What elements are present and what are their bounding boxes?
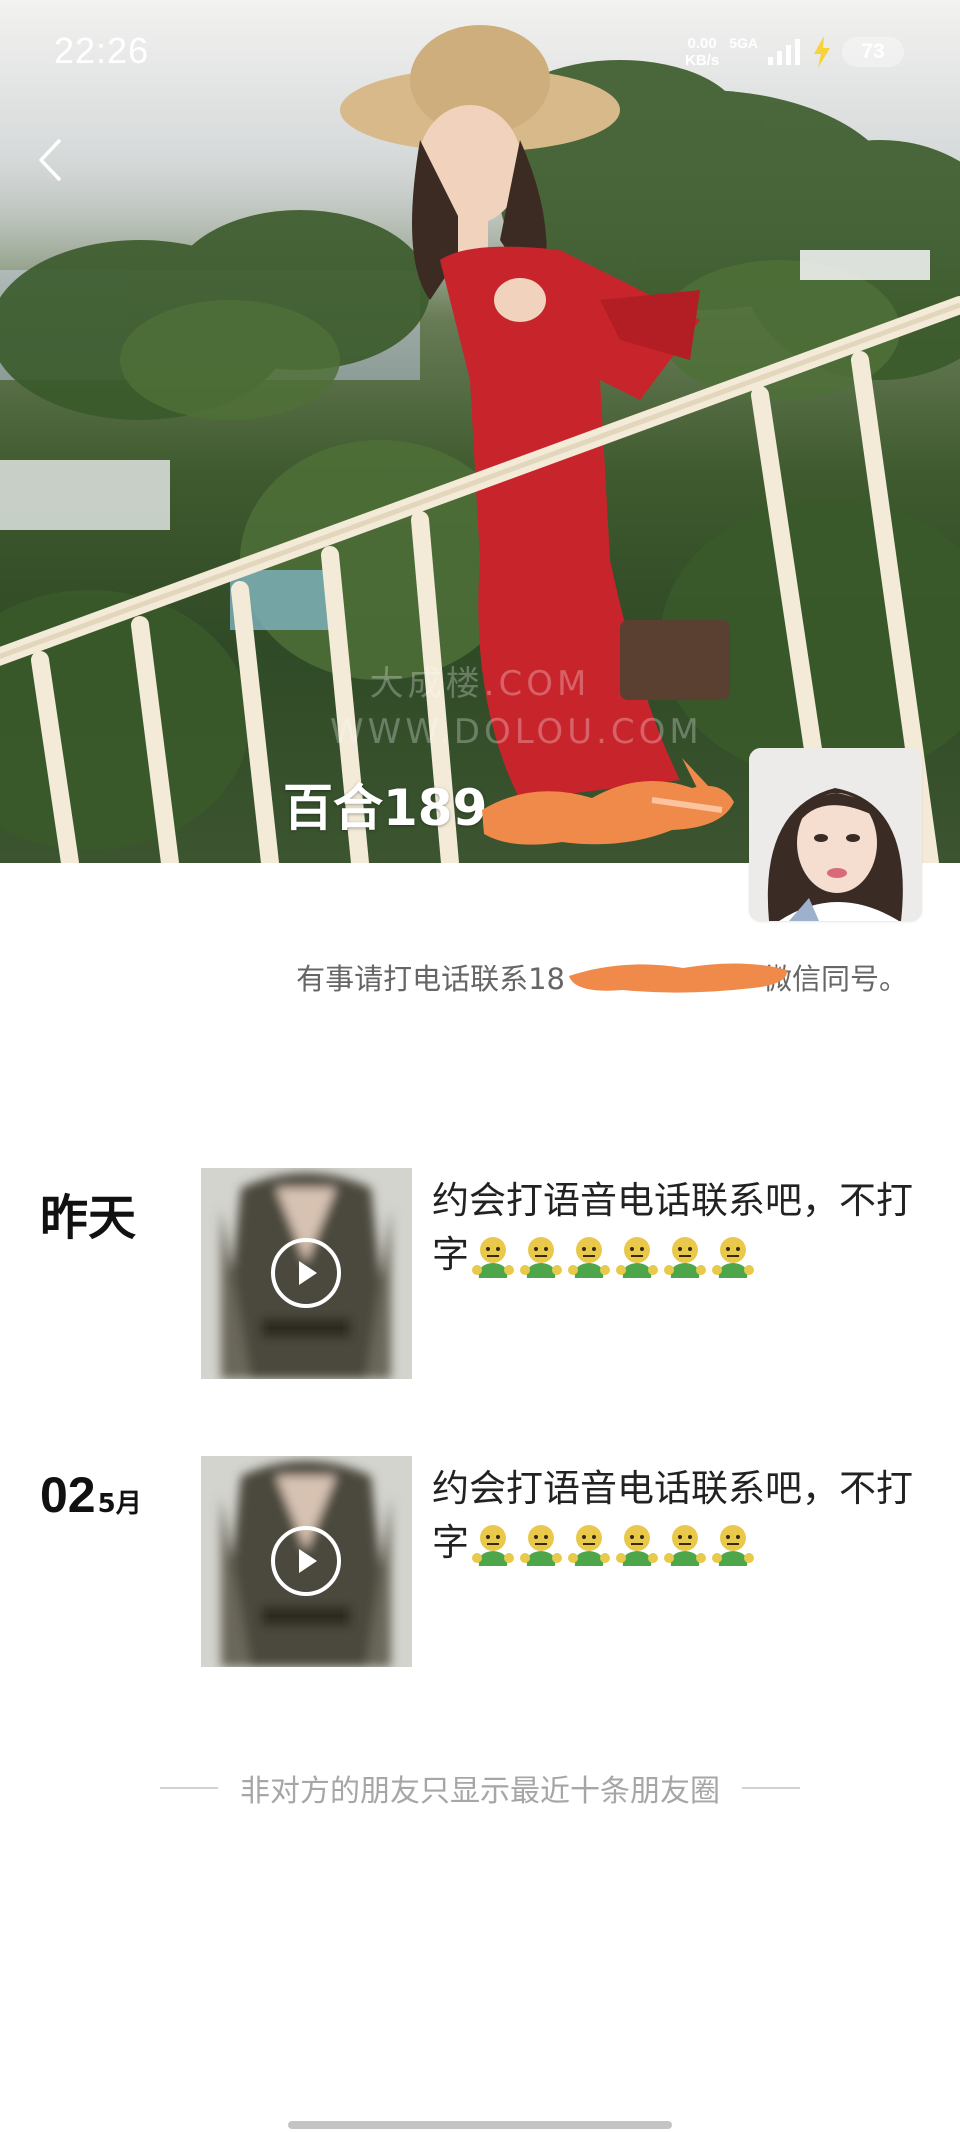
moment-month: 5月 (97, 1489, 142, 1519)
status-time: 22:26 (54, 30, 150, 71)
name-redaction (482, 758, 734, 845)
battery-level: 73 (842, 37, 904, 67)
profile-name: 百合189 (283, 779, 488, 837)
emoji-icon (616, 1524, 658, 1566)
status-icons: 0.00 KB/s 5GA 73 (685, 30, 904, 74)
video-thumbnail[interactable] (201, 1168, 412, 1379)
moment-date: 昨天 (40, 1190, 137, 1246)
moments-limit-text: 非对方的朋友只显示最近十条朋友圈 (240, 1774, 720, 1809)
status-bar: 22:26 0.00 KB/s 5GA 73 (0, 0, 960, 100)
watermark-line-2: WWW.DOLOU.COM (330, 712, 703, 752)
watermark-line-1: 大成楼.COM (369, 664, 591, 704)
charging-icon (814, 36, 830, 68)
emoji-row (471, 1522, 755, 1568)
moments-limit-note: 非对方的朋友只显示最近十条朋友圈 (0, 1766, 960, 1810)
moment-day: 02 (40, 1467, 96, 1523)
moment-post[interactable]: 025月 约会打语音电话联系吧，不打字 (0, 1456, 960, 1676)
emoji-icon (568, 1524, 610, 1566)
avatar-image (749, 748, 922, 921)
emoji-icon (520, 1524, 562, 1566)
divider-line-left (160, 1787, 218, 1789)
emoji-icon (472, 1236, 514, 1278)
emoji-icon (616, 1236, 658, 1278)
moments-profile-page: 大成楼.COM WWW.DOLOU.COM 22:26 0.00 KB/s 5G… (0, 0, 960, 2133)
home-indicator[interactable] (288, 2121, 672, 2129)
moment-date: 025月 (40, 1466, 142, 1524)
network-speed: 0.00 KB/s (685, 35, 719, 69)
play-button[interactable] (271, 1238, 341, 1308)
moment-post[interactable]: 昨天 约会打语音电话联系吧，不打字 (0, 1168, 960, 1388)
divider-line-right (742, 1787, 800, 1789)
emoji-icon (472, 1524, 514, 1566)
signature-redaction (569, 963, 788, 993)
emoji-icon (520, 1236, 562, 1278)
play-button[interactable] (271, 1526, 341, 1596)
network-speed-unit: KB/s (685, 52, 720, 69)
network-speed-value: 0.00 (687, 35, 717, 52)
avatar[interactable] (749, 748, 922, 921)
emoji-icon (664, 1236, 706, 1278)
cover-watermark: 大成楼.COM WWW.DOLOU.COM (330, 660, 703, 756)
cover-photo[interactable]: 大成楼.COM WWW.DOLOU.COM (0, 0, 960, 863)
emoji-icon (712, 1236, 754, 1278)
emoji-icon (664, 1524, 706, 1566)
play-icon (299, 1261, 317, 1285)
chevron-left-icon (39, 139, 61, 181)
emoji-row (471, 1234, 755, 1280)
moment-text: 约会打语音电话联系吧，不打字 (432, 1174, 932, 1282)
play-icon (299, 1549, 317, 1573)
emoji-icon (568, 1236, 610, 1278)
moment-text: 约会打语音电话联系吧，不打字 (432, 1462, 932, 1570)
emoji-icon (712, 1524, 754, 1566)
signature-start: 有事请打电话联系18 (296, 962, 565, 996)
signal-icon (768, 39, 800, 65)
video-thumbnail[interactable] (201, 1456, 412, 1667)
network-type: 5GA (729, 35, 758, 51)
back-button[interactable] (28, 132, 72, 188)
